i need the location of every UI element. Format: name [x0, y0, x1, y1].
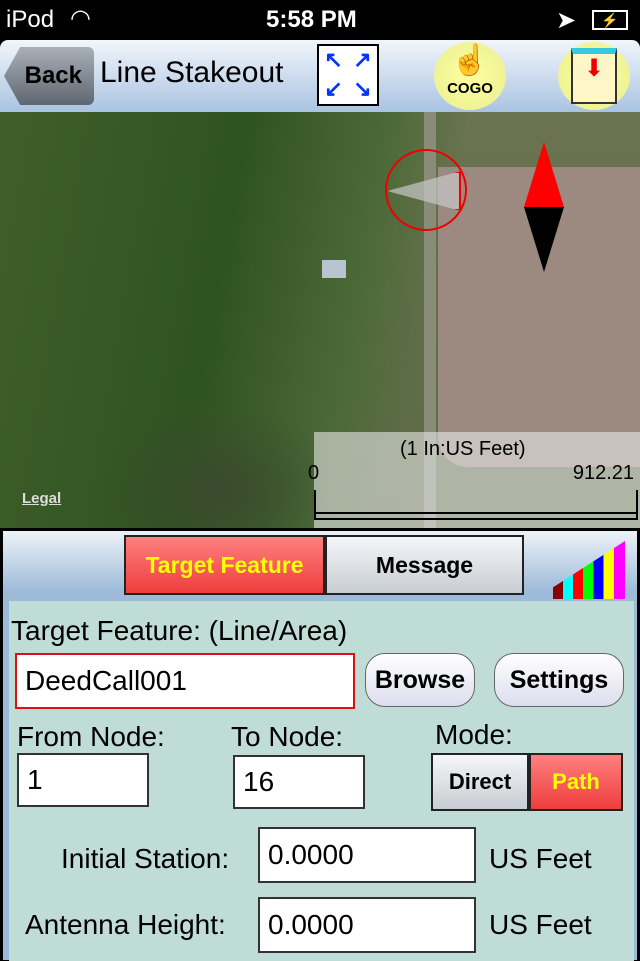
scale-bar: (1 In:US Feet) 0 912.21 — [308, 432, 640, 528]
cogo-button[interactable]: ☝ COGO — [434, 42, 506, 110]
carrier: iPod — [6, 6, 55, 33]
target-feature-input[interactable]: DeedCall001 — [15, 653, 355, 709]
map-download-button[interactable]: ⬇ — [558, 42, 630, 110]
battery-icon: ⚡ — [592, 10, 628, 30]
wifi-icon: ◠ — [70, 5, 91, 32]
position-marker — [385, 149, 467, 231]
clock: 5:58 PM — [266, 6, 357, 33]
north-arrow-icon — [524, 142, 564, 272]
scale-max: 912.21 — [572, 462, 634, 484]
map-view[interactable]: Legal (1 In:US Feet) 0 912.21 — [0, 112, 640, 528]
mode-label: Mode: — [435, 719, 513, 750]
to-node-label: To Node: — [231, 721, 344, 752]
mode-direct-button[interactable]: Direct — [431, 753, 529, 811]
tab-target-feature[interactable]: Target Feature — [124, 535, 325, 595]
initial-station-unit: US Feet — [489, 843, 592, 874]
browse-button[interactable]: Browse — [365, 653, 475, 707]
initial-station-label: Initial Station: — [61, 843, 230, 874]
hand-pointer-icon: ☝ — [451, 44, 489, 77]
initial-station-input[interactable]: 0.0000 — [258, 827, 476, 883]
page-title: Line Stakeout — [100, 56, 284, 89]
status-bar: iPod ◠ 5:58 PM ➤ ⚡ — [0, 0, 640, 40]
from-node-input[interactable]: 1 — [17, 753, 149, 807]
cogo-label: COGO — [447, 80, 493, 97]
heading-cone — [387, 171, 461, 211]
location-icon: ➤ — [556, 7, 577, 34]
to-node-input[interactable]: 16 — [233, 755, 365, 809]
antenna-height-label: Antenna Height: — [25, 909, 226, 940]
antenna-height-unit: US Feet — [489, 909, 592, 940]
control-panel: Target Feature Message Target Feature: (… — [0, 528, 640, 961]
legal-link[interactable]: Legal — [22, 490, 61, 507]
mode-path-button[interactable]: Path — [529, 753, 623, 811]
antenna-height-input[interactable]: 0.0000 — [258, 897, 476, 953]
navigation-bar: Back Line Stakeout ↖ ↗ ↙ ↘ ☝ COGO ⬇ — [0, 40, 640, 112]
map-download-icon: ⬇ — [571, 48, 617, 104]
tab-message[interactable]: Message — [325, 535, 524, 595]
back-button[interactable]: Back — [4, 47, 94, 105]
target-feature-label: Target Feature: (Line/Area) — [11, 615, 348, 646]
from-node-label: From Node: — [17, 721, 165, 752]
fullscreen-icon[interactable]: ↖ ↗ ↙ ↘ — [317, 44, 379, 106]
scale-min: 0 — [308, 462, 320, 484]
building — [322, 260, 346, 278]
scale-units: (1 In:US Feet) — [400, 438, 526, 460]
eraser-icon[interactable] — [553, 541, 625, 599]
target-feature-form: Target Feature: (Line/Area) DeedCall001 … — [9, 601, 634, 961]
settings-button[interactable]: Settings — [494, 653, 624, 707]
